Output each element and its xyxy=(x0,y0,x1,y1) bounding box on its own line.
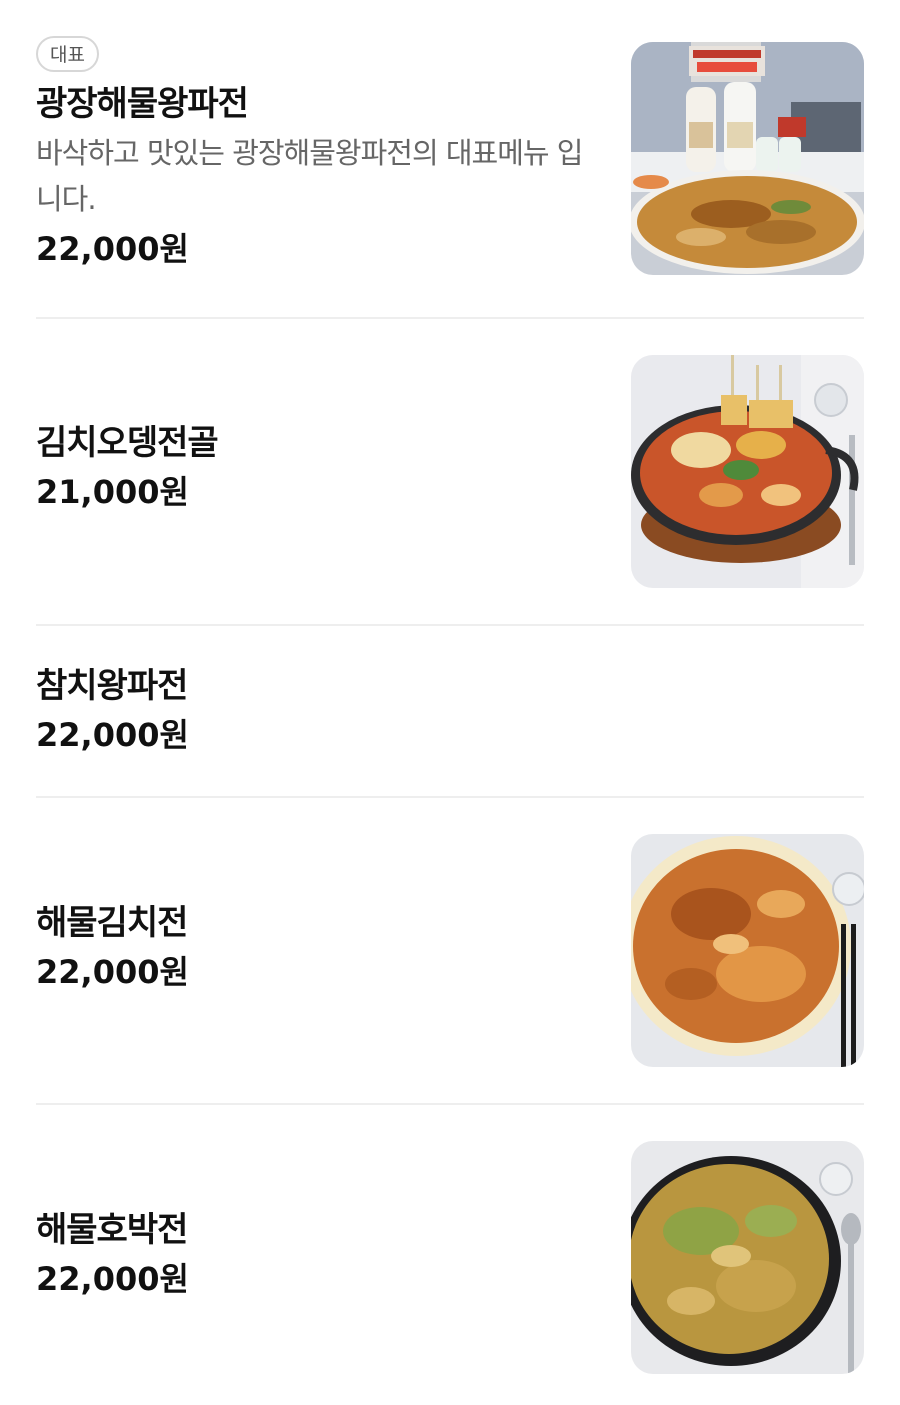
menu-item-price: 22,000원 xyxy=(36,953,189,991)
seafood-kimchi-pancake-photo[interactable] xyxy=(631,834,864,1067)
menu-item-name: 해물김치전 xyxy=(36,903,188,943)
menu-item-2[interactable]: 김치오뎅전골 21,000원 xyxy=(36,319,864,626)
seafood-zucchini-pancake-photo[interactable] xyxy=(631,1141,864,1374)
menu-item-info: 대표 광장해물왕파전 바삭하고 맛있는 광장해물왕파전의 대표메뉴 입니다. 2… xyxy=(36,36,586,272)
menu-item-info: 해물김치전 22,000원 xyxy=(36,901,586,995)
menu-item-4[interactable]: 해물김치전 22,000원 xyxy=(36,798,864,1105)
menu-item-info: 김치오뎅전골 21,000원 xyxy=(36,421,586,515)
menu-item-price: 22,000원 xyxy=(36,716,189,754)
menu-item-name: 참치왕파전 xyxy=(36,666,188,706)
menu-item-price: 21,000원 xyxy=(36,473,189,511)
menu-item-price: 22,000원 xyxy=(36,1260,189,1298)
seafood-pancake-with-makgeolli-photo[interactable] xyxy=(631,42,864,275)
kimchi-fishcake-hotpot-photo[interactable] xyxy=(631,355,864,588)
menu-item-description: 바삭하고 맛있는 광장해물왕파전의 대표메뉴 입니다. xyxy=(36,136,583,216)
menu-item-5[interactable]: 해물호박전 22,000원 xyxy=(36,1105,864,1405)
menu-item-name: 김치오뎅전골 xyxy=(36,423,219,463)
menu-item-price: 22,000원 xyxy=(36,230,189,268)
menu-item-1[interactable]: 대표 광장해물왕파전 바삭하고 맛있는 광장해물왕파전의 대표메뉴 입니다. 2… xyxy=(36,0,864,319)
menu-item-name: 광장해물왕파전 xyxy=(36,84,249,124)
menu-item-3[interactable]: 참치왕파전 22,000원 xyxy=(36,626,864,798)
signature-badge: 대표 xyxy=(36,36,99,72)
menu-item-name: 해물호박전 xyxy=(36,1210,188,1250)
menu-item-info: 해물호박전 22,000원 xyxy=(36,1208,586,1302)
menu-item-info: 참치왕파전 22,000원 xyxy=(36,664,586,758)
